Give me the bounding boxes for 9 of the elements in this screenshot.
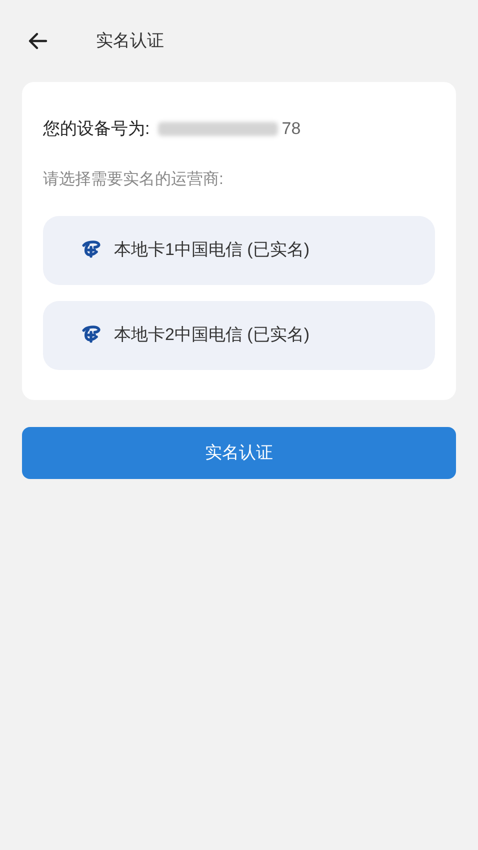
carrier-logo-icon: [80, 239, 102, 261]
carrier-logo-icon: [80, 324, 102, 346]
carrier-prompt: 请选择需要实名的运营商:: [43, 170, 224, 190]
device-number: 78: [282, 118, 301, 140]
page-title: 实名认证: [96, 30, 164, 52]
carrier-option[interactable]: 本地卡1中国电信 (已实名): [43, 216, 435, 284]
verify-button[interactable]: 实名认证: [22, 426, 456, 478]
device-number-label: 您的设备号为:: [43, 118, 150, 140]
carrier-option[interactable]: 本地卡2中国电信 (已实名): [43, 300, 435, 370]
